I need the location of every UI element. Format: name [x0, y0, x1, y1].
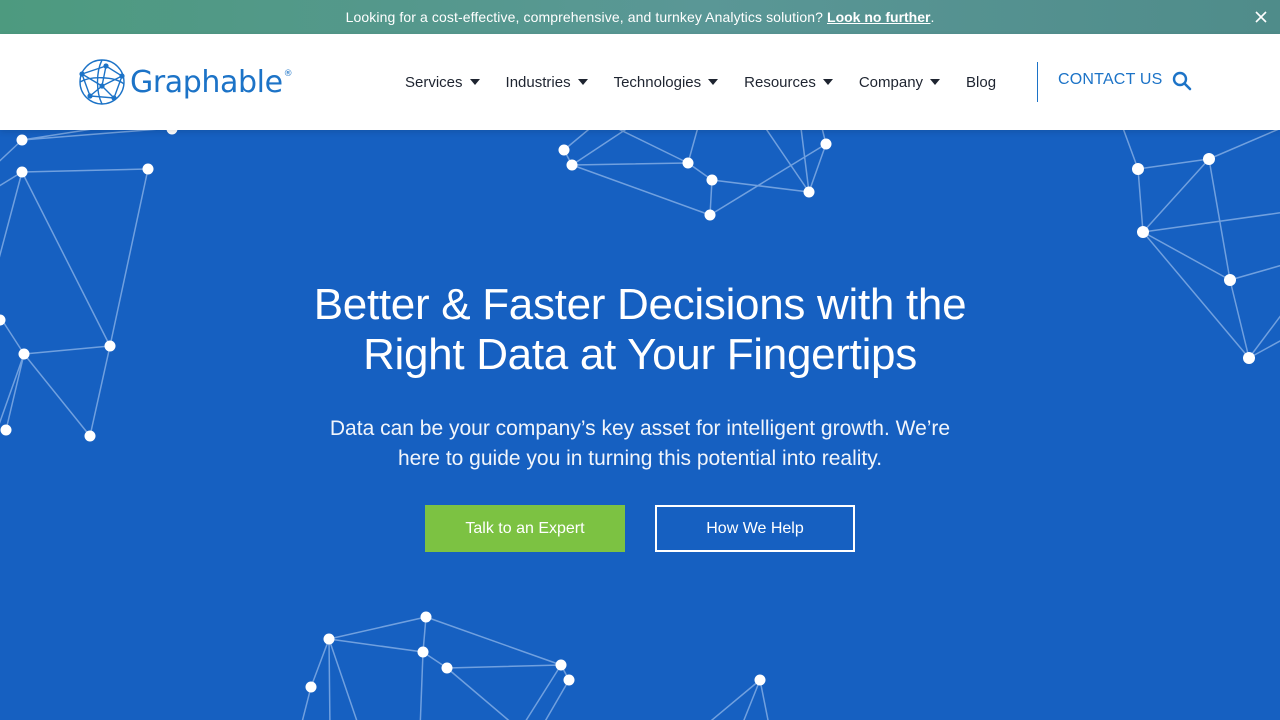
- nav-resources[interactable]: Resources: [744, 74, 833, 91]
- nav-technologies[interactable]: Technologies: [614, 74, 719, 91]
- hero-subtitle-line2: here to guide you in turning this potent…: [397, 447, 883, 470]
- nav-industries[interactable]: Industries: [506, 74, 588, 91]
- caret-down-icon: [577, 79, 588, 85]
- hero-title-line1: Better & Faster Decisions with the: [313, 280, 967, 329]
- hero-title-line2: Right Data at Your Fingertips: [363, 330, 917, 379]
- nav-services[interactable]: Services: [405, 74, 480, 91]
- announcement-suffix: .: [930, 9, 935, 25]
- nav-label: Technologies: [613, 73, 702, 91]
- contact-us-link[interactable]: CONTACT US: [1058, 71, 1163, 89]
- nav-label: Industries: [505, 73, 571, 91]
- caret-down-icon: [822, 79, 833, 85]
- announcement-bar: Looking for a cost-effective, comprehens…: [0, 0, 1280, 34]
- caret-down-icon: [708, 79, 719, 85]
- search-icon[interactable]: [1172, 71, 1194, 93]
- nav-label: Resources: [744, 73, 816, 91]
- registered-mark: ®: [283, 68, 293, 79]
- hero-subtitle: Data can be your company’s key asset for…: [290, 414, 990, 474]
- caret-down-icon: [930, 79, 941, 85]
- logo-text: Graphable®: [130, 64, 293, 100]
- how-we-help-button[interactable]: How We Help: [655, 505, 855, 552]
- graph-logo-icon: [79, 59, 125, 105]
- nav-label: Company: [858, 73, 924, 91]
- announcement-link[interactable]: Look no further: [827, 9, 930, 25]
- hero-title: Better & Faster Decisions with the Right…: [290, 280, 990, 380]
- cta-row: Talk to an Expert How We Help: [425, 505, 855, 552]
- hero-subtitle-line1: Data can be your company’s key asset for…: [329, 417, 951, 440]
- hero-content: Better & Faster Decisions with the Right…: [290, 280, 990, 474]
- nav-label: Services: [405, 73, 463, 91]
- nav-blog[interactable]: Blog: [966, 74, 996, 91]
- announcement-message: Looking for a cost-effective, comprehens…: [345, 9, 824, 25]
- caret-down-icon: [469, 79, 480, 85]
- main-nav: Services Industries Technologies Resourc…: [405, 34, 1018, 130]
- talk-to-expert-button[interactable]: Talk to an Expert: [425, 505, 625, 552]
- logo[interactable]: Graphable®: [76, 56, 293, 108]
- close-icon[interactable]: [1252, 8, 1270, 26]
- nav-label: Blog: [966, 73, 997, 91]
- nav-divider: [1037, 62, 1038, 102]
- nav-company[interactable]: Company: [858, 73, 941, 91]
- site-header: Graphable® Services Industries Technolog…: [0, 34, 1280, 130]
- hero-section: Better & Faster Decisions with the Right…: [0, 130, 1280, 720]
